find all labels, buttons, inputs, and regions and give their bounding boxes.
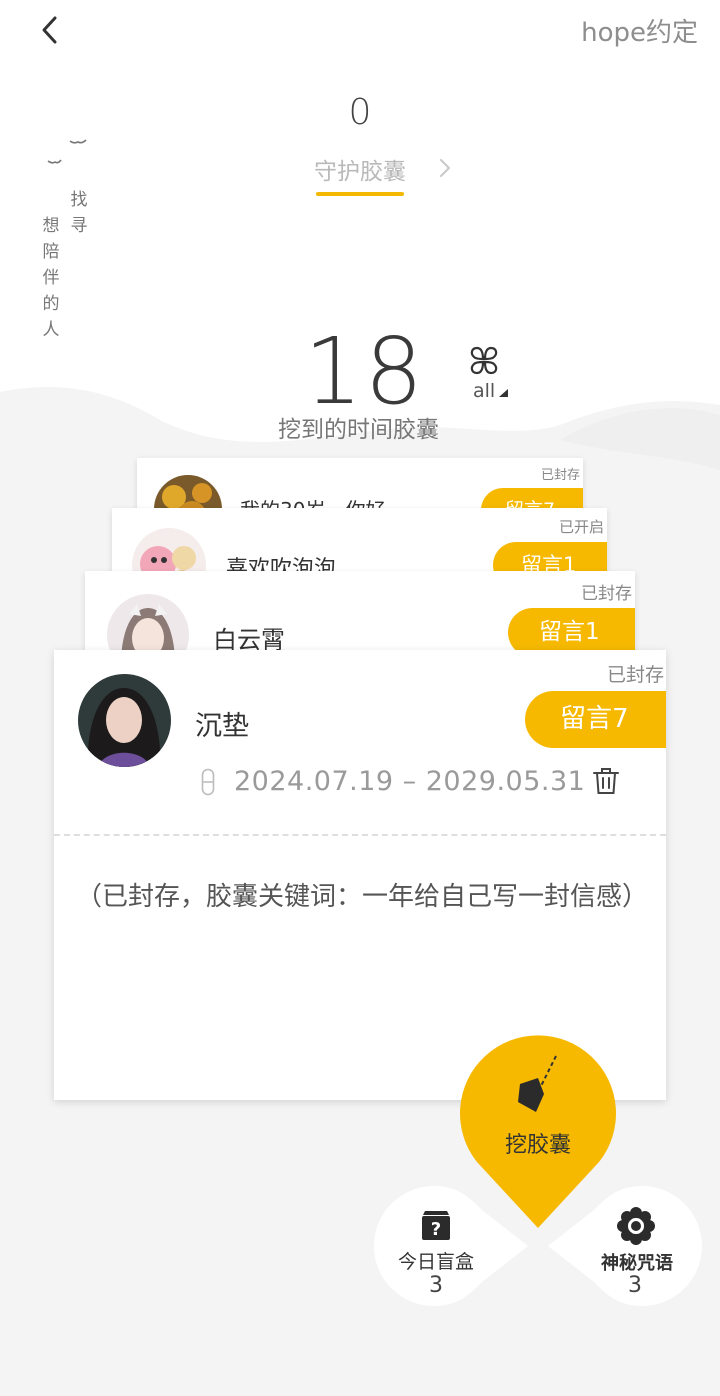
filter-dropdown[interactable]: all [473,380,495,402]
capsule-status: 已开启 [558,518,604,536]
guard-capsule-count: 0 [348,92,372,133]
app-screen: hope约定 0 守护胶囊 找 寻 想 陪 伴 的 人 18 all 挖到的时间… [0,0,720,1396]
mystery-spell-label: 神秘咒语 [601,1253,673,1274]
guard-underline [316,192,404,196]
flower-seal-icon [617,1207,655,1245]
poem-char: 想 [42,216,60,236]
svg-text:?: ? [431,1219,441,1240]
chevron-left-icon [42,16,57,44]
poem-column-2: 想 陪 伴 的 人 [41,213,61,343]
trash-icon[interactable] [592,766,620,796]
capsule-status: 已封存 [606,664,664,686]
dig-capsule-label: 挖胶囊 [504,1133,571,1158]
capsule-card-3[interactable]: 白云霄 已封存 留言1 [85,571,635,651]
capsule-dates: 2024.07.19 – 2029.05.31 [234,766,586,797]
message-button[interactable]: 留言7 [525,691,666,748]
dug-capsule-label-text: 挖到的时间胶囊 [278,417,439,443]
capsule-name: 白云霄 [213,626,285,651]
guard-capsule-row: 守护胶囊 [0,152,720,196]
guard-capsule-label: 守护胶囊 [314,159,406,185]
poem-char: 伴 [42,268,60,288]
mystery-box-icon: ? [422,1211,450,1240]
poem-char: 寻 [70,216,88,236]
poem-char: 找 [70,190,88,210]
chevron-right-icon[interactable] [438,157,452,179]
message-button[interactable]: 留言1 [493,542,607,574]
capsule-status: 已封存 [581,584,632,604]
page-title[interactable]: hope约定 [581,12,698,49]
message-button[interactable]: 留言1 [508,608,635,651]
birds-decoration-icon [47,139,87,164]
capsule-status: 已封存 [540,468,580,483]
back-button[interactable] [28,8,72,52]
dug-capsule-count: 18 [304,318,426,425]
blind-box-label: 今日盲盒 [397,1251,474,1273]
shovel-icon [518,1055,557,1112]
blind-box-count: 3 [429,1273,443,1298]
clover-filter-icon[interactable] [466,344,502,378]
avatar [132,528,206,574]
avatar [78,674,171,767]
capsule-name: 沉垫 [195,711,249,742]
dug-capsule-label: 挖到的时间胶囊 [0,410,720,444]
avatar [107,594,189,651]
capsule-content: （已封存，胶囊关键词：一年给自己写一封信感） [76,882,649,912]
poem-char: 的 [42,294,60,314]
poem-char: 人 [42,320,60,340]
capsule-icon [201,768,215,796]
capsule-card-2[interactable]: 喜欢吹泡泡 已开启 留言1 [112,508,607,574]
dropdown-triangle-icon [499,389,508,397]
poem-char: 陪 [42,242,60,262]
poem-column-1: 找 寻 [69,187,89,239]
mystery-spell-count: 3 [628,1273,642,1298]
guard-capsule-link[interactable]: 守护胶囊 [314,152,406,196]
divider [54,834,666,836]
